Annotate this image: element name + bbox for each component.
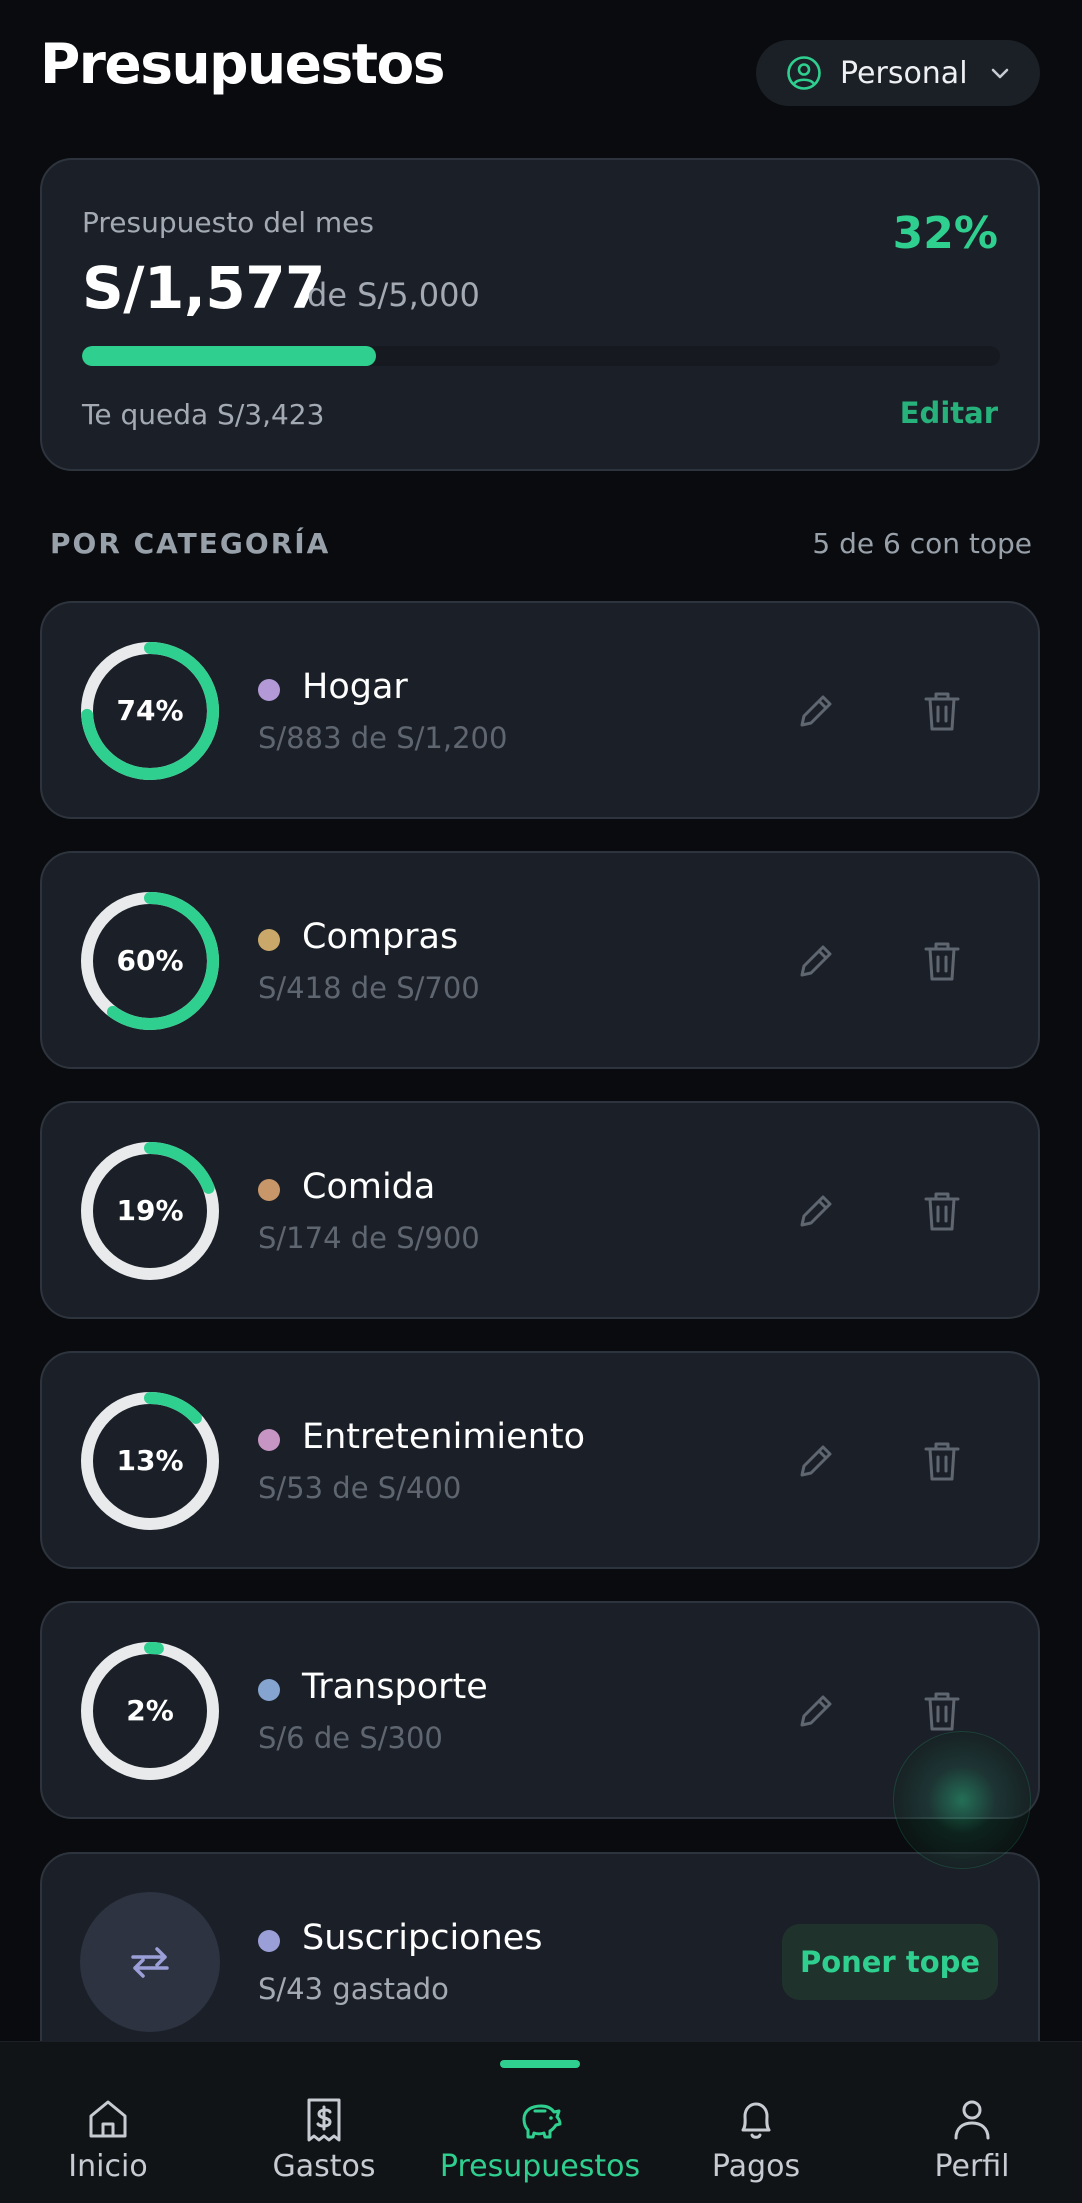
section-count: 5 de 6 con tope xyxy=(812,527,1032,560)
category-color-dot xyxy=(258,929,280,951)
trash-icon[interactable] xyxy=(920,937,964,985)
monthly-spent-amount: S/1,577 xyxy=(82,254,325,322)
user-icon xyxy=(954,2100,990,2140)
category-percent: 2% xyxy=(126,1694,174,1727)
category-name: Suscripciones xyxy=(302,1918,543,1958)
pencil-icon[interactable] xyxy=(792,937,840,985)
chevron-down-icon xyxy=(991,68,1008,79)
piggy-bank-icon xyxy=(522,2104,562,2139)
trash-icon[interactable] xyxy=(920,687,964,735)
tab-inicio[interactable]: Inicio xyxy=(22,2042,194,2203)
category-card-hogar[interactable]: 74% Hogar S/883 de S/1,200 xyxy=(40,601,1040,819)
category-name: Transporte xyxy=(302,1667,488,1707)
monthly-budget-card: Presupuesto del mes S/1,577 de S/5,000 3… xyxy=(40,158,1040,471)
set-cap-button[interactable]: Poner tope xyxy=(782,1924,998,2000)
tab-label: Gastos xyxy=(272,2149,376,2184)
pencil-icon[interactable] xyxy=(792,1687,840,1735)
user-circle-icon xyxy=(787,56,821,90)
category-amount: S/53 de S/400 xyxy=(258,1471,462,1505)
tab-label: Perfil xyxy=(934,2149,1010,2184)
bottom-tab-bar: Inicio Gastos Presupuestos Pagos Perfil xyxy=(0,2041,1082,2203)
category-percent: 74% xyxy=(116,694,184,727)
account-selector-label: Personal xyxy=(840,55,968,91)
category-color-dot xyxy=(258,1179,280,1201)
pencil-icon[interactable] xyxy=(792,1187,840,1235)
trash-icon[interactable] xyxy=(920,1687,964,1735)
monthly-budget-percent: 32% xyxy=(892,208,998,259)
category-color-dot xyxy=(258,679,280,701)
tab-perfil[interactable]: Perfil xyxy=(886,2042,1058,2203)
category-color-dot xyxy=(258,1679,280,1701)
active-tab-indicator xyxy=(500,2060,580,2068)
remaining-amount: Te queda S/3,423 xyxy=(82,398,325,431)
home-icon xyxy=(89,2100,127,2138)
category-amount: S/6 de S/300 xyxy=(258,1721,443,1755)
tab-label: Pagos xyxy=(711,2149,801,2184)
tab-gastos[interactable]: Gastos xyxy=(238,2042,410,2203)
repeat-icon xyxy=(131,1947,169,1978)
category-amount: S/43 gastado xyxy=(258,1972,449,2006)
touch-ripple xyxy=(893,1731,1031,1869)
monthly-progress-fill xyxy=(82,346,376,366)
repeat-icon-badge xyxy=(80,1892,220,2032)
monthly-budget-label: Presupuesto del mes xyxy=(82,206,374,239)
category-name: Comida xyxy=(302,1167,436,1207)
monthly-progress-bar xyxy=(82,346,1000,366)
section-title: POR CATEGORÍA xyxy=(50,527,331,560)
account-selector[interactable]: Personal xyxy=(756,40,1040,106)
trash-icon[interactable] xyxy=(920,1437,964,1485)
tab-label: Presupuestos xyxy=(439,2149,641,2184)
category-color-dot xyxy=(258,1930,280,1952)
edit-budget-button[interactable]: Editar xyxy=(900,396,998,430)
category-amount: S/418 de S/700 xyxy=(258,971,480,1005)
category-amount: S/174 de S/900 xyxy=(258,1221,480,1255)
category-name: Compras xyxy=(302,917,459,957)
tab-pagos[interactable]: Pagos xyxy=(670,2042,842,2203)
receipt-icon xyxy=(307,2098,341,2142)
category-color-dot xyxy=(258,1429,280,1451)
pencil-icon[interactable] xyxy=(792,1437,840,1485)
monthly-budget-total: de S/5,000 xyxy=(307,276,480,314)
category-percent: 13% xyxy=(116,1444,184,1477)
tab-presupuestos[interactable]: Presupuestos xyxy=(430,2042,650,2203)
pencil-icon[interactable] xyxy=(792,687,840,735)
category-name: Entretenimiento xyxy=(302,1417,586,1457)
category-card-comida[interactable]: 19% Comida S/174 de S/900 xyxy=(40,1101,1040,1319)
category-card-entretenimiento[interactable]: 13% Entretenimiento S/53 de S/400 xyxy=(40,1351,1040,1569)
trash-icon[interactable] xyxy=(920,1187,964,1235)
category-name: Hogar xyxy=(302,667,408,707)
page-title: Presupuestos xyxy=(40,32,446,96)
category-amount: S/883 de S/1,200 xyxy=(258,721,508,755)
bell-icon xyxy=(741,2102,771,2139)
category-card-compras[interactable]: 60% Compras S/418 de S/700 xyxy=(40,851,1040,1069)
tab-label: Inicio xyxy=(68,2149,148,2184)
category-percent: 60% xyxy=(116,944,184,977)
category-percent: 19% xyxy=(116,1194,184,1227)
category-card-transporte[interactable]: 2% Transporte S/6 de S/300 xyxy=(40,1601,1040,1819)
